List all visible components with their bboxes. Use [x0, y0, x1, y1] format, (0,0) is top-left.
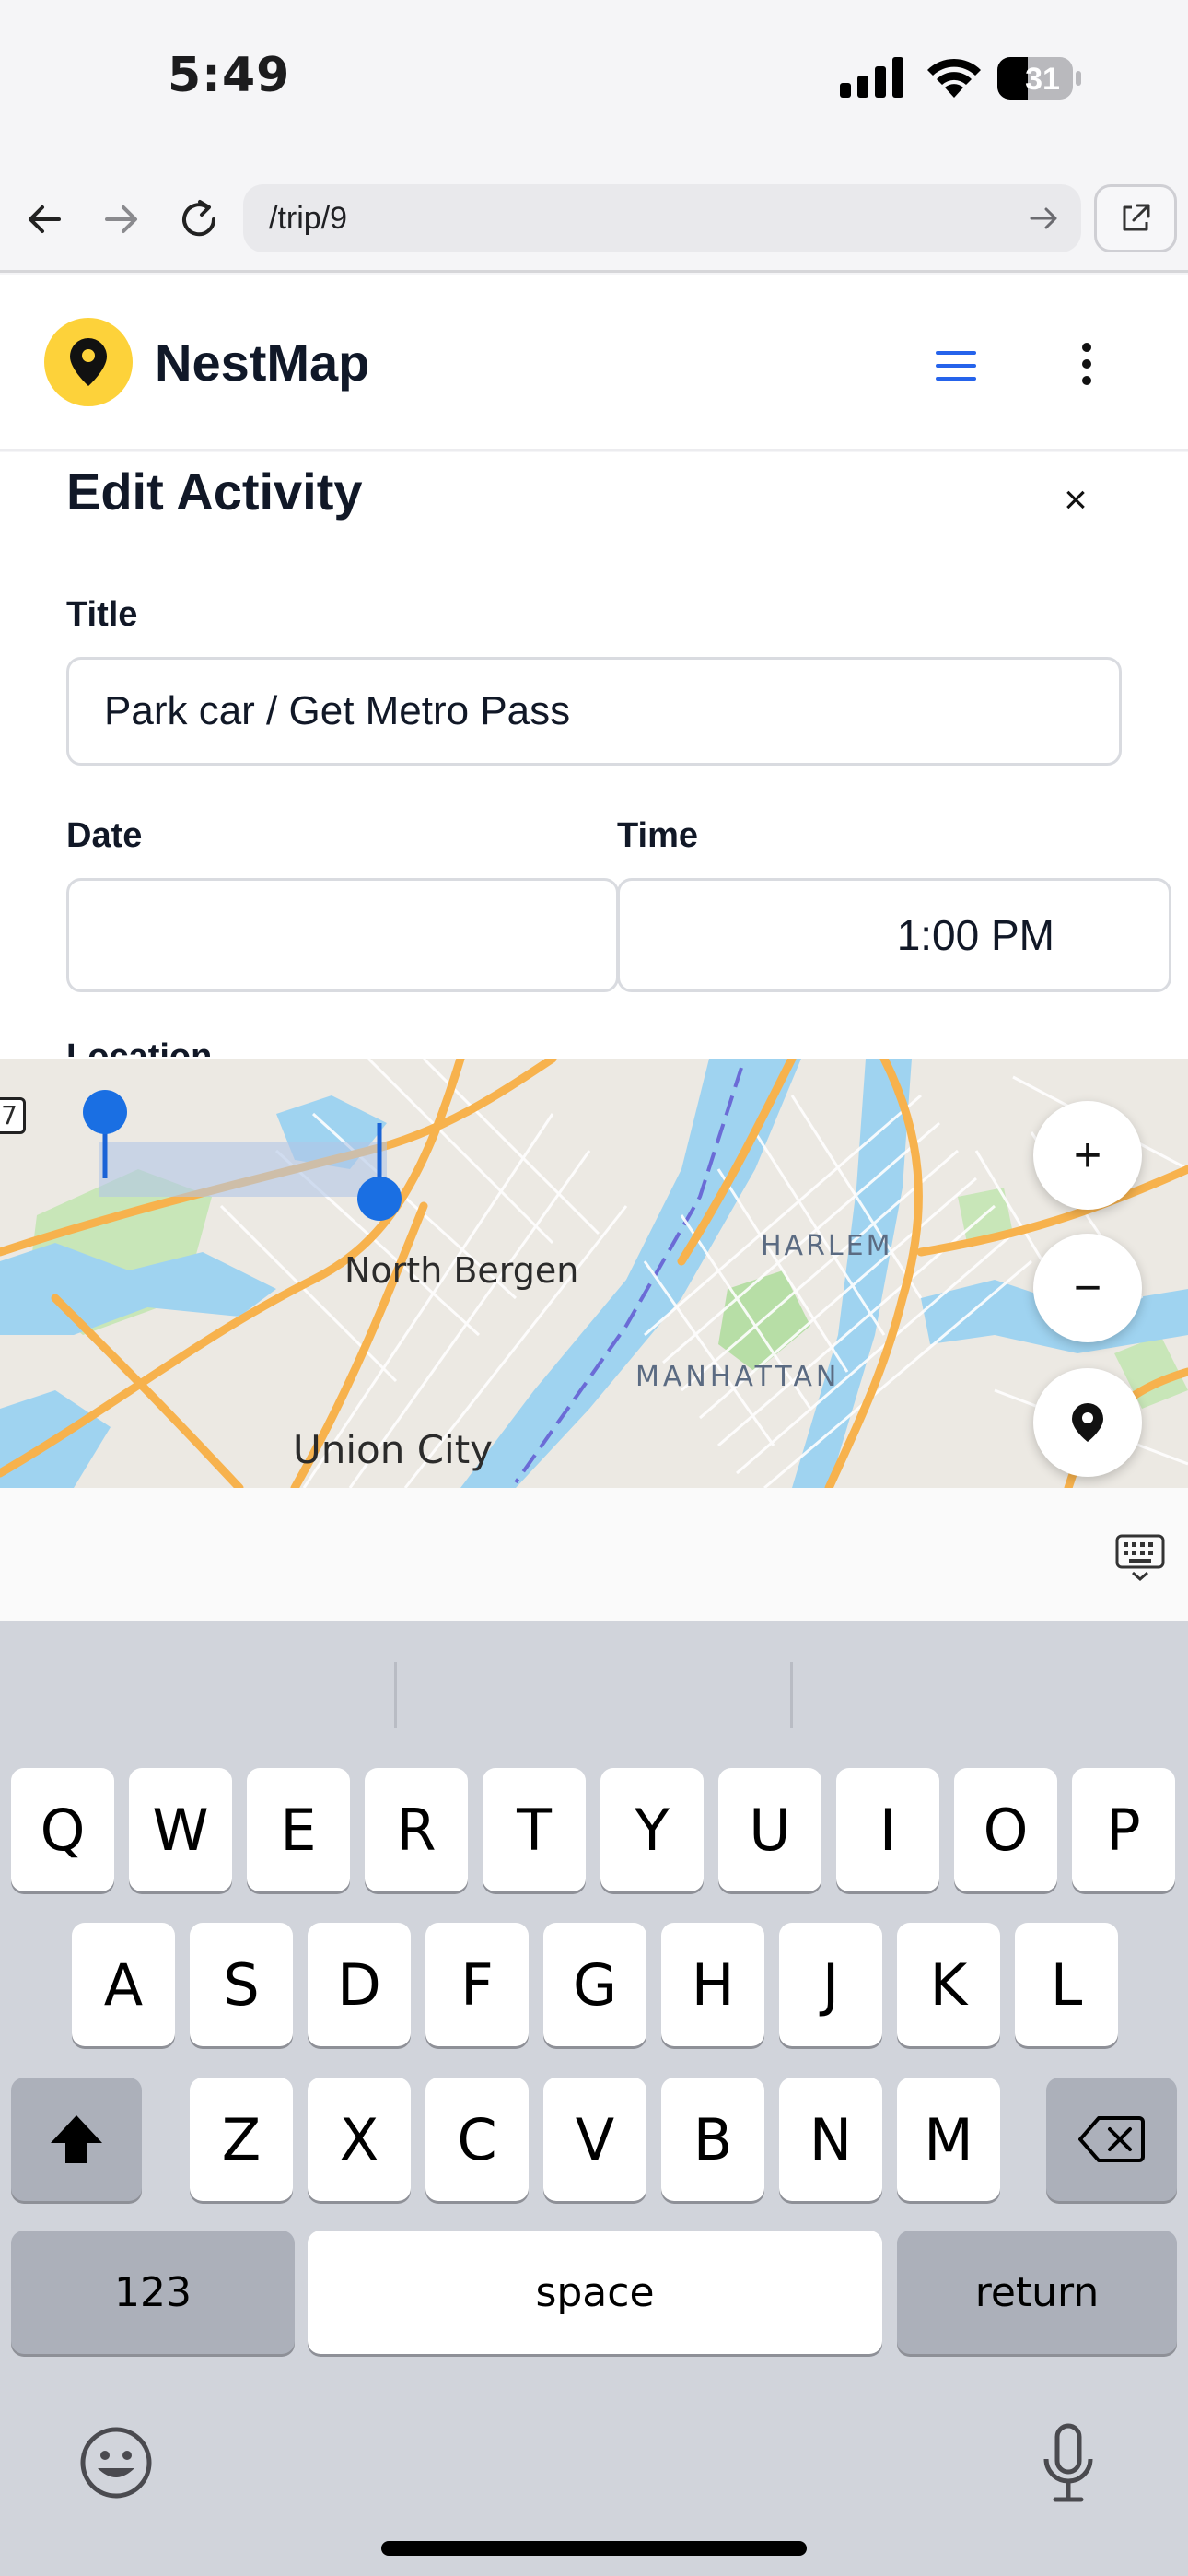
- time-label: Time: [617, 816, 699, 855]
- arrow-left-icon: [29, 205, 61, 233]
- key-k[interactable]: K: [897, 1923, 1000, 2046]
- map-marker-start[interactable]: [79, 1088, 134, 1180]
- shift-icon: [51, 2115, 102, 2163]
- label-harlem: HARLEM: [761, 1230, 893, 1262]
- label-manhattan: MANHATTAN: [635, 1361, 841, 1393]
- address-bar[interactable]: /trip/9: [243, 184, 1081, 252]
- browser-toolbar: /trip/9: [0, 166, 1188, 273]
- key-j[interactable]: J: [779, 1923, 882, 2046]
- plus-icon: +: [1073, 1129, 1102, 1182]
- suggestion-divider: [790, 1662, 793, 1728]
- key-r[interactable]: R: [365, 1768, 468, 1891]
- arrow-right-icon: [105, 205, 137, 233]
- key-h[interactable]: H: [661, 1923, 764, 2046]
- title-label: Title: [66, 595, 138, 634]
- close-button[interactable]: ×: [1050, 474, 1101, 526]
- title-input-value: Park car / Get Metro Pass: [104, 688, 571, 733]
- suggestion-divider: [394, 1662, 397, 1728]
- app-header: NestMap: [0, 275, 1188, 451]
- numbers-key[interactable]: 123: [11, 2231, 295, 2354]
- key-v[interactable]: V: [543, 2078, 646, 2201]
- battery-icon: 31: [996, 55, 1083, 101]
- app-logo: [44, 318, 133, 406]
- key-q[interactable]: Q: [11, 1768, 114, 1891]
- time-input[interactable]: 1:00 PM: [617, 878, 1171, 992]
- reload-icon: [182, 200, 216, 237]
- backspace-icon: [1078, 2116, 1145, 2162]
- key-d[interactable]: D: [308, 1923, 411, 2046]
- key-t[interactable]: T: [483, 1768, 586, 1891]
- edit-activity-panel: Edit Activity × Title Park car / Get Met…: [0, 452, 1188, 1059]
- zoom-out-button[interactable]: −: [1033, 1234, 1142, 1342]
- status-time: 5:49: [168, 48, 291, 103]
- open-external-button[interactable]: [1094, 184, 1177, 252]
- route-shield: 7: [0, 1097, 26, 1134]
- key-b[interactable]: B: [661, 2078, 764, 2201]
- return-key[interactable]: return: [897, 2231, 1177, 2354]
- go-arrow-icon[interactable]: [1028, 202, 1061, 235]
- close-icon: ×: [1064, 477, 1088, 522]
- space-key[interactable]: space: [308, 2231, 882, 2354]
- backspace-key[interactable]: [1046, 2078, 1177, 2201]
- map-view[interactable]: 7 North Bergen Union City HARLEM MANHATT…: [0, 1059, 1188, 1488]
- label-north-bergen: North Bergen: [344, 1250, 579, 1291]
- key-i[interactable]: I: [836, 1768, 939, 1891]
- key-g[interactable]: G: [543, 1923, 646, 2046]
- forward-button[interactable]: [96, 193, 147, 245]
- more-options-icon[interactable]: [1068, 338, 1105, 390]
- key-e[interactable]: E: [247, 1768, 350, 1891]
- key-u[interactable]: U: [718, 1768, 821, 1891]
- home-indicator: [381, 2541, 807, 2556]
- map-tiles: [0, 1059, 1188, 1488]
- battery-level: 31: [1025, 62, 1060, 97]
- reload-button[interactable]: [173, 193, 225, 245]
- status-bar: 5:49 31: [0, 0, 1188, 166]
- shift-key[interactable]: [11, 2078, 142, 2201]
- date-input[interactable]: [66, 878, 619, 992]
- location-pin-icon: [1072, 1403, 1103, 1442]
- key-p[interactable]: P: [1072, 1768, 1175, 1891]
- key-f[interactable]: F: [425, 1923, 529, 2046]
- cellular-signal-icon: [840, 57, 903, 98]
- wifi-icon: [927, 58, 981, 98]
- zoom-in-button[interactable]: +: [1033, 1101, 1142, 1210]
- label-union-city: Union City: [293, 1427, 494, 1472]
- key-n[interactable]: N: [779, 2078, 882, 2201]
- app-name: NestMap: [155, 334, 370, 392]
- microphone-icon[interactable]: [1041, 2422, 1096, 2505]
- panel-title: Edit Activity: [66, 463, 363, 521]
- locate-button[interactable]: [1033, 1368, 1142, 1477]
- key-w[interactable]: W: [129, 1768, 232, 1891]
- key-c[interactable]: C: [425, 2078, 529, 2201]
- map-marker-end[interactable]: [354, 1123, 409, 1224]
- title-input[interactable]: Park car / Get Metro Pass: [66, 657, 1122, 766]
- minus-icon: −: [1073, 1261, 1102, 1315]
- key-x[interactable]: X: [308, 2078, 411, 2201]
- keyboard-accessory-bar: [0, 1488, 1188, 1621]
- time-input-value: 1:00 PM: [896, 911, 1054, 959]
- back-button[interactable]: [18, 193, 70, 245]
- location-label: Location: [66, 1037, 213, 1057]
- key-y[interactable]: Y: [600, 1768, 704, 1891]
- keyboard-dismiss-icon[interactable]: [1114, 1532, 1166, 1584]
- hamburger-menu-icon[interactable]: [930, 340, 982, 392]
- key-o[interactable]: O: [954, 1768, 1057, 1891]
- on-screen-keyboard: Q W E R T Y U I O P A S D F G H J K L Z …: [0, 1621, 1188, 2576]
- key-m[interactable]: M: [897, 2078, 1000, 2201]
- address-text: /trip/9: [269, 201, 348, 236]
- emoji-icon[interactable]: [79, 2426, 153, 2500]
- key-z[interactable]: Z: [190, 2078, 293, 2201]
- key-l[interactable]: L: [1015, 1923, 1118, 2046]
- map-pin-icon: [70, 338, 107, 386]
- external-link-icon: [1123, 204, 1150, 231]
- key-s[interactable]: S: [190, 1923, 293, 2046]
- date-label: Date: [66, 816, 143, 855]
- key-a[interactable]: A: [72, 1923, 175, 2046]
